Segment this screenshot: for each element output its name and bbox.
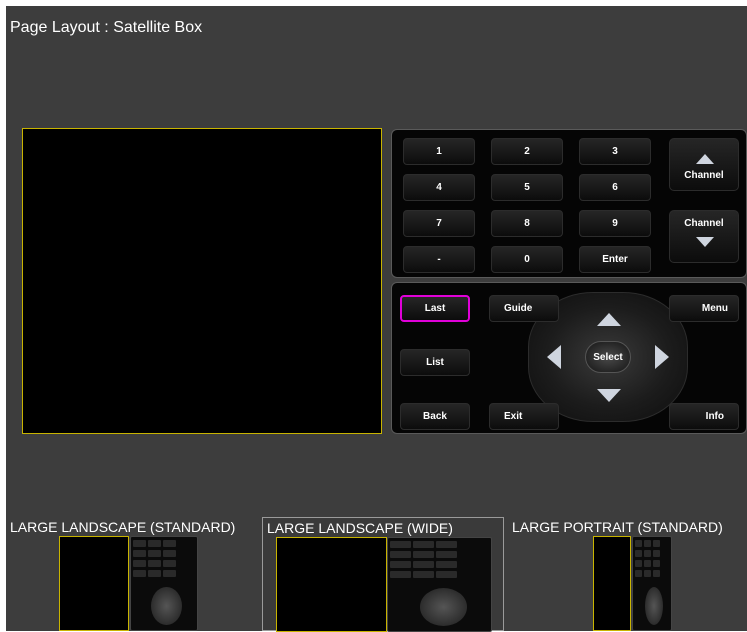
channel-up-label: Channel	[684, 170, 724, 181]
thumbnail-key	[163, 570, 177, 577]
key-5-button[interactable]: 5	[491, 174, 563, 201]
thumbnail-screen	[593, 536, 631, 631]
thumbnail-key	[390, 571, 412, 578]
list-button[interactable]: List	[400, 349, 470, 376]
back-button[interactable]: Back	[400, 403, 470, 430]
arrow-up-icon	[696, 154, 714, 164]
thumbnail-key	[652, 570, 660, 577]
arrow-down-icon	[696, 237, 714, 247]
thumbnail-remote	[387, 537, 492, 632]
thumbnail-key	[148, 560, 162, 567]
layout-thumbnail-label: LARGE PORTRAIT (STANDARD)	[512, 519, 723, 535]
page-title: Page Layout : Satellite Box	[10, 19, 203, 36]
dpad-left-arrow-icon[interactable]	[547, 345, 561, 369]
guide-button[interactable]: Guide	[489, 295, 559, 322]
thumbnail-key	[652, 560, 660, 567]
thumbnail-key	[413, 541, 435, 548]
layout-thumbnail-label: LARGE LANDSCAPE (WIDE)	[267, 520, 453, 536]
thumbnail-remote	[130, 536, 198, 631]
channel-down-label: Channel	[684, 218, 724, 229]
thumbnail-key	[413, 571, 435, 578]
thumbnail-key	[652, 550, 660, 557]
dpad-right-arrow-icon[interactable]	[655, 345, 669, 369]
layout-thumbnail[interactable]: LARGE PORTRAIT (STANDARD)	[508, 517, 747, 631]
channel-down-button[interactable]: Channel	[669, 210, 739, 263]
thumbnail-key	[148, 550, 162, 557]
dpad-up-arrow-icon[interactable]	[597, 313, 621, 326]
thumbnail-screen	[276, 537, 387, 632]
navigation-panel: Select Last Guide Menu List Back Exit In…	[391, 282, 747, 434]
thumbnail-dpad	[151, 587, 182, 625]
thumbnail-key	[436, 561, 458, 568]
thumbnail-key	[163, 550, 177, 557]
key-4-button[interactable]: 4	[403, 174, 475, 201]
dpad-down-arrow-icon[interactable]	[597, 389, 621, 402]
thumbnail-key	[133, 540, 147, 547]
select-button[interactable]: Select	[585, 341, 631, 373]
thumbnail-key	[390, 541, 412, 548]
layout-thumbnail[interactable]: LARGE LANDSCAPE (STANDARD)	[6, 517, 256, 631]
thumbnail-key	[133, 570, 147, 577]
thumbnail-key	[148, 540, 162, 547]
thumbnail-key	[635, 570, 642, 577]
thumbnail-key	[436, 571, 458, 578]
info-button[interactable]: Info	[669, 403, 739, 430]
layout-thumbnail-label: LARGE LANDSCAPE (STANDARD)	[10, 519, 236, 535]
thumbnail-key	[413, 551, 435, 558]
thumbnail-key	[652, 540, 660, 547]
thumbnail-key	[133, 550, 147, 557]
last-button[interactable]: Last	[400, 295, 470, 322]
channel-up-button[interactable]: Channel	[669, 138, 739, 191]
key-1-button[interactable]: 1	[403, 138, 475, 165]
thumbnail-key	[635, 560, 642, 567]
thumbnail-dpad	[645, 587, 663, 625]
thumbnail-key	[390, 561, 412, 568]
thumbnail-key	[643, 550, 651, 557]
thumbnail-key	[133, 560, 147, 567]
thumbnail-dpad	[419, 588, 467, 626]
thumbnail-key	[390, 551, 412, 558]
key-0-button[interactable]: 0	[491, 246, 563, 273]
screen-preview[interactable]	[22, 128, 382, 434]
thumbnail-key	[163, 560, 177, 567]
numpad-panel: 1 2 3 4 5 6 7 8 9 -0 Enter Channel Channel	[391, 129, 747, 278]
thumbnail-key	[413, 561, 435, 568]
key-9-button[interactable]: 9	[579, 210, 651, 237]
thumbnail-key	[643, 560, 651, 567]
key-8-button[interactable]: 8	[491, 210, 563, 237]
layout-thumbnail-bar: LARGE LANDSCAPE (STANDARD) LARGE LANDSCAP…	[6, 517, 747, 632]
thumbnail-key	[643, 540, 651, 547]
key-enter-button[interactable]: Enter	[579, 246, 651, 273]
key-dash-button[interactable]: -	[403, 246, 475, 273]
thumbnail-key	[436, 551, 458, 558]
thumbnail-remote	[632, 536, 672, 631]
key-6-button[interactable]: 6	[579, 174, 651, 201]
thumbnail-key	[643, 570, 651, 577]
layout-thumbnail[interactable]: LARGE LANDSCAPE (WIDE)	[262, 517, 504, 632]
key-2-button[interactable]: 2	[491, 138, 563, 165]
exit-button[interactable]: Exit	[489, 403, 559, 430]
thumbnail-key	[436, 541, 458, 548]
key-3-button[interactable]: 3	[579, 138, 651, 165]
thumbnail-key	[148, 570, 162, 577]
menu-button[interactable]: Menu	[669, 295, 739, 322]
thumbnail-screen	[59, 536, 129, 631]
thumbnail-key	[635, 540, 642, 547]
thumbnail-key	[163, 540, 177, 547]
key-7-button[interactable]: 7	[403, 210, 475, 237]
thumbnail-key	[635, 550, 642, 557]
